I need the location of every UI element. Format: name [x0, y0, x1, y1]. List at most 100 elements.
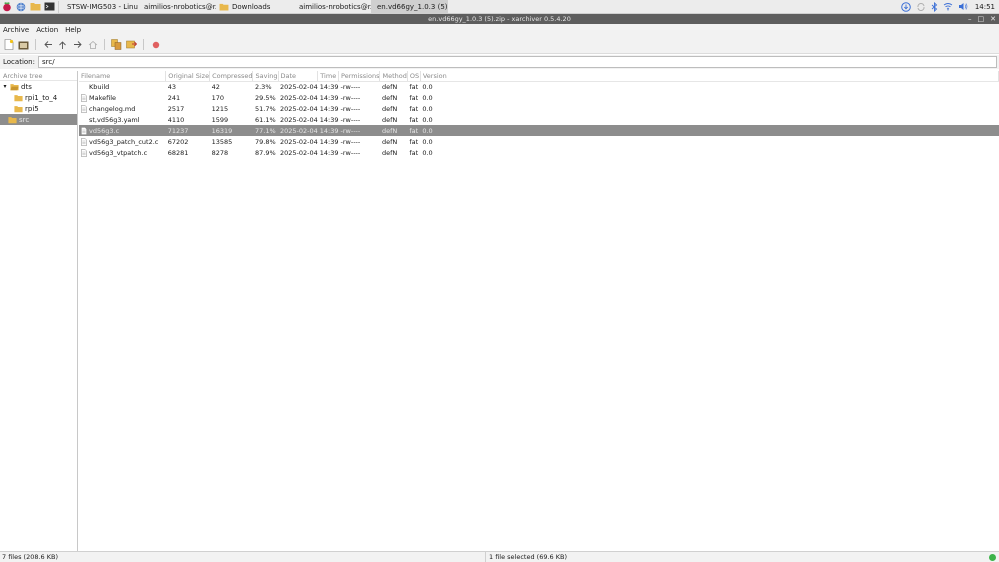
- method-cell: defN: [379, 125, 408, 136]
- task-label: Downloads: [232, 2, 271, 11]
- column-header-saving[interactable]: Saving: [252, 71, 279, 82]
- column-header-version[interactable]: Version: [420, 71, 999, 82]
- archive-tree-header[interactable]: Archive tree: [0, 71, 77, 81]
- saving-cell: 61.1%: [254, 115, 276, 124]
- original-size-cell: 71237: [165, 125, 210, 136]
- wifi-icon[interactable]: [943, 2, 953, 11]
- original-size-cell: 67202: [167, 137, 189, 146]
- filename-wrapper: Makefile: [81, 94, 166, 102]
- sync-icon[interactable]: [916, 2, 926, 12]
- column-header-filename[interactable]: Filename: [79, 71, 167, 82]
- filename-cell[interactable]: vd56g3_patch_cut2.c: [79, 136, 166, 147]
- table-row[interactable]: Kbuild 43 42 2.3% 2025-02-04 14:39 -rw---- defN…: [79, 81, 999, 92]
- table-row[interactable]: vd56g3_vtpatch.c 68281 8278 87.9% 2025-02-04…: [79, 147, 999, 158]
- minimize-icon[interactable]: –: [968, 15, 972, 23]
- forward-arrow-icon[interactable]: [72, 39, 83, 50]
- table-row[interactable]: changelog.md 2517 1215 51.7% 2025-02-04 14:39…: [79, 103, 999, 114]
- task-label: STSW-IMG503 - Linu...: [67, 2, 138, 11]
- table-header-row: Filename Original Size Compressed Saving…: [79, 71, 999, 82]
- clock[interactable]: 14:51: [975, 3, 995, 11]
- close-icon[interactable]: ✕: [990, 15, 996, 23]
- os-cell: fat: [409, 148, 419, 157]
- saving-cell: 77.1%: [252, 125, 278, 136]
- file-manager-icon[interactable]: [28, 0, 42, 14]
- method-cell: defN: [381, 104, 398, 113]
- menu-action[interactable]: Action: [36, 26, 58, 34]
- saving-cell: 79.8%: [254, 137, 276, 146]
- bluetooth-icon[interactable]: [931, 1, 938, 12]
- os-cell: fat: [407, 125, 421, 136]
- os-cell: fat: [409, 137, 419, 146]
- permissions-cell: -rw----: [340, 115, 361, 124]
- window-titlebar[interactable]: en.vd66gy_1.0.3 (5).zip - xarchiver 0.5.…: [0, 14, 999, 24]
- up-arrow-icon[interactable]: [57, 39, 68, 50]
- document-icon: [81, 104, 87, 113]
- filename-cell[interactable]: vd56g3.c: [79, 125, 166, 136]
- table-row[interactable]: Makefile 241 170 29.5% 2025-02-04 14:39 -rw---…: [79, 92, 999, 103]
- column-header-os[interactable]: OS: [407, 71, 421, 82]
- location-input[interactable]: [37, 56, 997, 68]
- filename-text: st,vd56g3.yaml: [89, 115, 140, 124]
- filename-cell[interactable]: st,vd56g3.yaml: [79, 114, 166, 125]
- table-row[interactable]: st,vd56g3.yaml 4110 1599 61.1% 2025-02-04 14:…: [79, 114, 999, 125]
- original-size-cell: 43: [167, 82, 176, 91]
- tree-item-label: rpi1_to_4: [25, 93, 58, 102]
- time-cell: 14:39: [319, 148, 339, 157]
- add-files-icon[interactable]: [111, 39, 122, 50]
- permissions-cell: -rw----: [340, 137, 361, 146]
- filename-cell[interactable]: Makefile: [79, 92, 166, 103]
- method-cell: defN: [381, 148, 398, 157]
- tree-item-src[interactable]: src: [0, 114, 77, 125]
- filename-cell[interactable]: Kbuild: [79, 81, 166, 92]
- web-browser-icon[interactable]: [14, 0, 28, 14]
- maximize-icon[interactable]: □: [978, 15, 985, 23]
- menu-help[interactable]: Help: [65, 26, 81, 34]
- task-label: aimilios-nrobotics@r...: [144, 2, 216, 11]
- volume-icon[interactable]: [958, 2, 968, 11]
- document-icon: [81, 126, 87, 135]
- task-terminal-2[interactable]: aimilios-nrobotics@r...: [293, 0, 371, 13]
- tree-item-dts[interactable]: ▾ dts: [0, 81, 77, 92]
- folder-open-icon: [10, 83, 19, 90]
- task-downloads[interactable]: Downloads: [216, 0, 293, 13]
- raspberry-menu-icon[interactable]: [0, 0, 14, 14]
- terminal-launcher-icon[interactable]: [42, 0, 56, 14]
- filename-cell[interactable]: changelog.md: [79, 103, 166, 114]
- menu-archive[interactable]: Archive: [3, 26, 29, 34]
- expander-expanded-icon[interactable]: ▾: [2, 83, 8, 90]
- task-label: en.vd66gy_1.0.3 (5)...: [377, 2, 448, 11]
- compressed-cell: 13585: [211, 137, 233, 146]
- table-row[interactable]: vd56g3.c 71237 16319 77.1% 2025-02-04 14:39 -r…: [79, 125, 999, 136]
- table-row[interactable]: vd56g3_patch_cut2.c 67202 13585 79.8% 2025-0…: [79, 136, 999, 147]
- extract-files-icon[interactable]: [126, 39, 137, 50]
- filename-cell[interactable]: vd56g3_vtpatch.c: [79, 147, 166, 158]
- tree-item-rpi1-to-4[interactable]: rpi1_to_4: [0, 92, 77, 103]
- task-terminal-1[interactable]: aimilios-nrobotics@r...: [138, 0, 216, 13]
- os-cell: fat: [409, 93, 419, 102]
- status-file-count: 7 files (208.6 KB): [0, 552, 486, 562]
- home-icon[interactable]: [87, 39, 98, 50]
- status-selection-text: 1 file selected (69.6 KB): [489, 553, 568, 561]
- window-title: en.vd66gy_1.0.3 (5).zip - xarchiver 0.5.…: [428, 15, 571, 23]
- column-header-compressed[interactable]: Compressed: [209, 71, 254, 82]
- column-header-time[interactable]: Time: [317, 71, 340, 82]
- task-chromium[interactable]: STSW-IMG503 - Linu...: [61, 0, 138, 13]
- column-header-original-size[interactable]: Original Size: [165, 71, 211, 82]
- update-icon[interactable]: [901, 1, 911, 12]
- location-label: Location:: [3, 58, 35, 66]
- column-header-permissions[interactable]: Permissions: [338, 71, 381, 82]
- stop-icon[interactable]: [150, 39, 161, 50]
- column-header-date[interactable]: Date: [278, 71, 319, 82]
- original-size-cell: 241: [167, 93, 181, 102]
- open-archive-icon[interactable]: [18, 39, 29, 50]
- time-cell: 14:39: [319, 93, 339, 102]
- compressed-cell: 1599: [211, 115, 229, 124]
- new-archive-icon[interactable]: [3, 39, 14, 50]
- method-cell: defN: [381, 82, 398, 91]
- task-xarchiver[interactable]: en.vd66gy_1.0.3 (5)...: [371, 0, 448, 13]
- column-header-method[interactable]: Method: [379, 71, 408, 82]
- back-arrow-icon[interactable]: [42, 39, 53, 50]
- tree-item-label: src: [19, 115, 30, 124]
- toolbar: [0, 36, 999, 54]
- tree-item-rpi5[interactable]: rpi5: [0, 103, 77, 114]
